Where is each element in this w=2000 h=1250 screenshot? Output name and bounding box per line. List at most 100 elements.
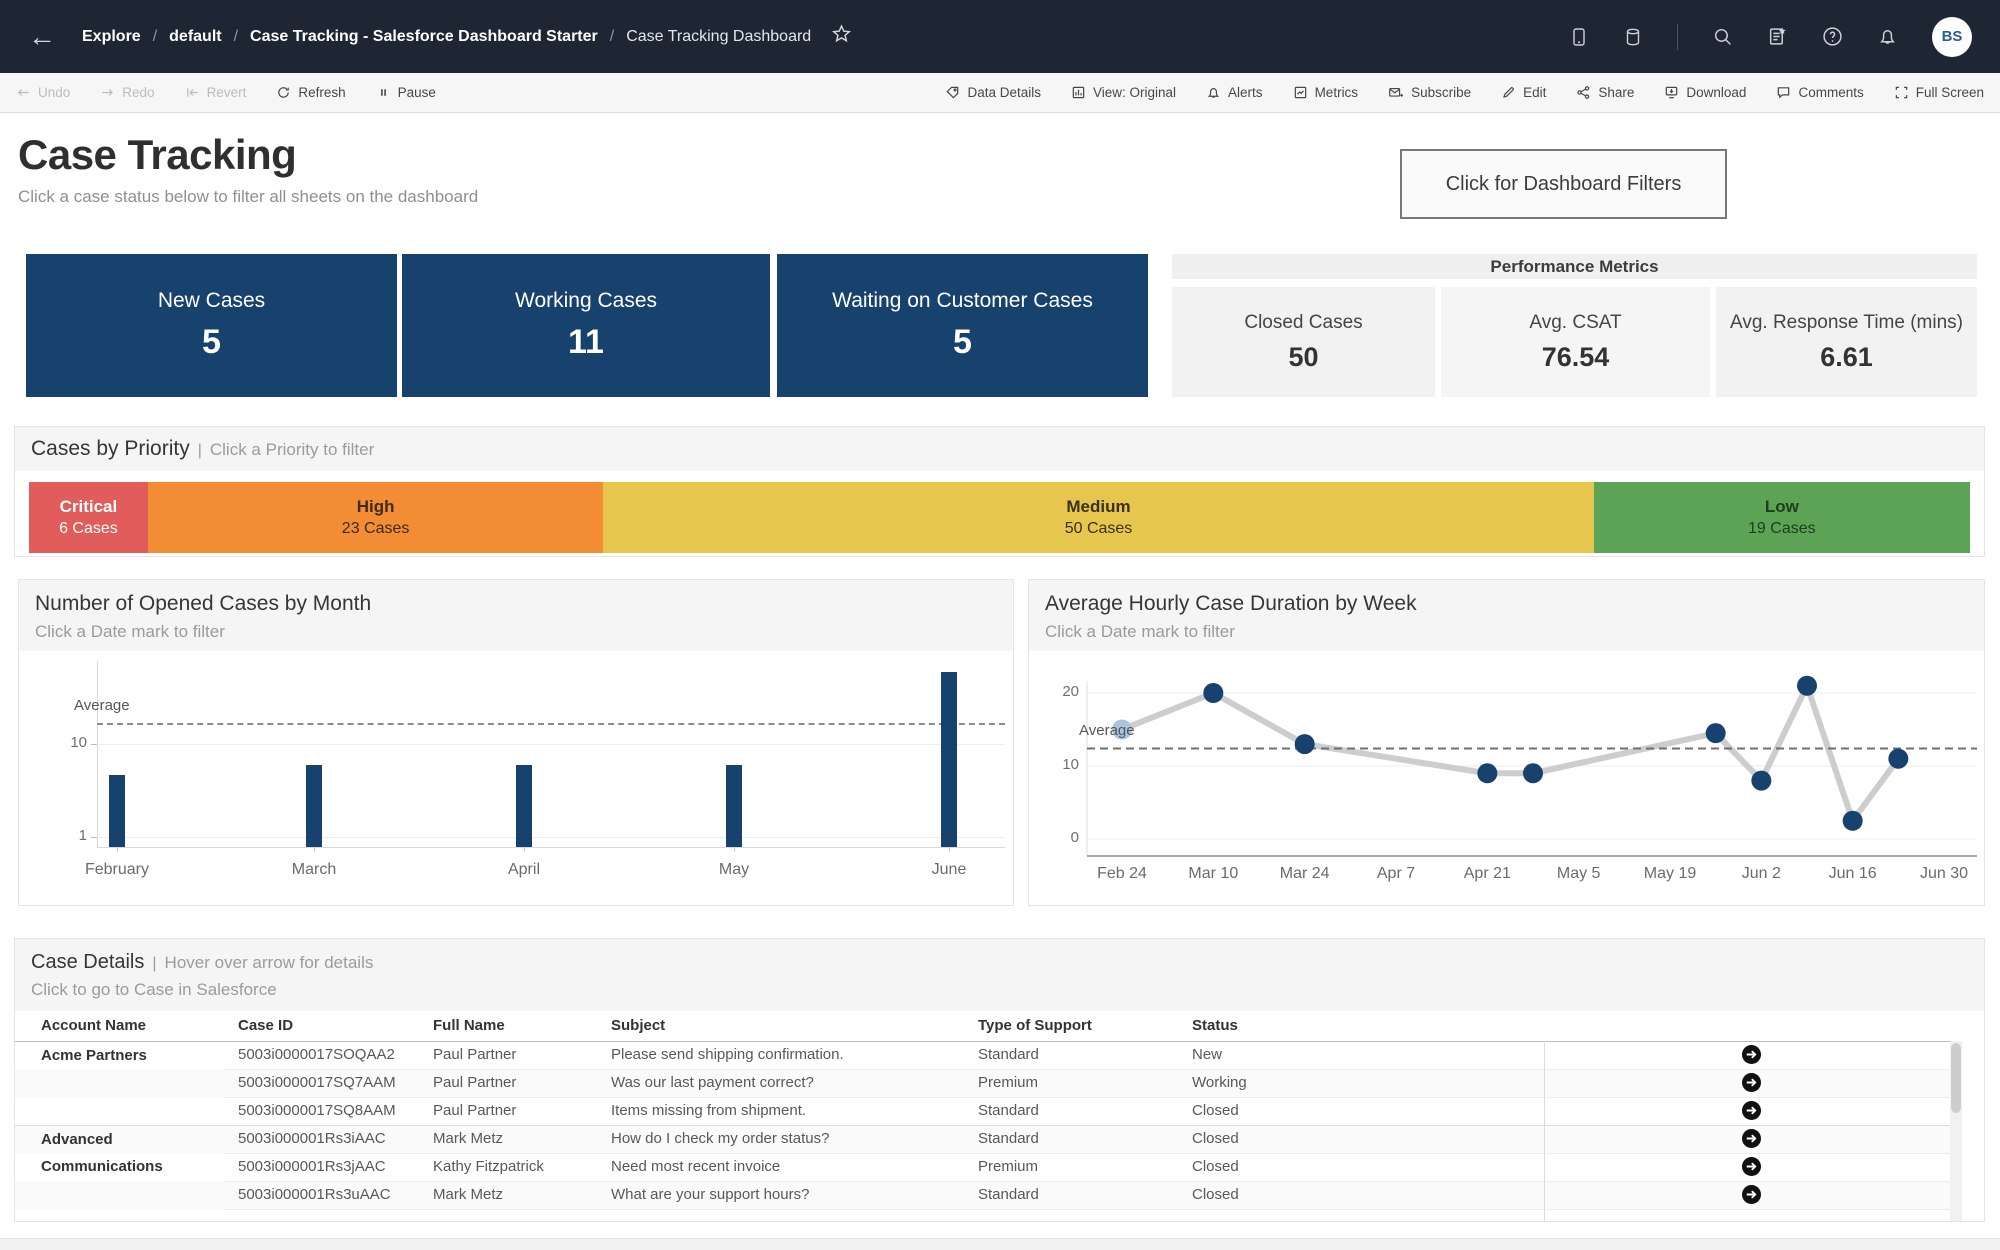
redo-button[interactable]: Redo [100, 85, 155, 100]
x-tick-mark [734, 847, 735, 852]
priority-segment-low[interactable]: Low 19 Cases [1593, 482, 1970, 553]
refresh-button[interactable]: Refresh [276, 85, 346, 100]
go-to-case-arrow[interactable] [1742, 1157, 1761, 1176]
data-point-mar-24[interactable] [1294, 734, 1315, 755]
subject-cell: Was our last payment correct? [611, 1074, 814, 1091]
breadcrumb-workbook[interactable]: Case Tracking - Salesforce Dashboard Sta… [250, 28, 598, 46]
table-scrollbar-thumb[interactable] [1951, 1043, 1961, 1113]
notifications-bell-icon[interactable] [1877, 26, 1898, 47]
breadcrumb-explore[interactable]: Explore [82, 28, 141, 46]
case-id-cell: 5003i000001Rs3uAAC [238, 1186, 391, 1203]
x-tick-label: June [931, 861, 967, 878]
view-toolbar: Undo Redo Revert Refresh Pause Data Deta… [0, 73, 2000, 113]
page-title: Case Tracking [18, 131, 297, 178]
priority-segment-medium[interactable]: Medium 50 Cases [603, 482, 1594, 553]
priority-segment-count: 23 Cases [341, 520, 410, 537]
support-type-cell: Standard [978, 1130, 1039, 1147]
data-point-may-26[interactable] [1705, 723, 1726, 744]
x-tick-label: February [84, 861, 150, 878]
x-tick-mark [524, 847, 525, 852]
data-point-jun-9[interactable] [1797, 675, 1818, 696]
data-point-mar-10[interactable] [1203, 683, 1224, 703]
priority-segment-critical[interactable]: Critical 6 Cases [29, 482, 148, 553]
share-button[interactable]: Share [1576, 85, 1634, 100]
kpi-new-cases[interactable]: New Cases 5 [26, 254, 397, 397]
data-point-jun-16[interactable] [1842, 810, 1863, 831]
table-row[interactable]: 5003i0000017SQ8AAM Paul Partner Items miss… [15, 1097, 1958, 1125]
performance-metrics-title: Performance Metrics [1172, 254, 1977, 279]
comments-button[interactable]: Comments [1776, 85, 1864, 100]
subscribe-envelope-icon [1389, 87, 1404, 97]
gridline [97, 836, 1005, 838]
revert-icon [186, 88, 198, 97]
horizontal-scrollbar[interactable] [0, 1238, 2000, 1250]
search-icon[interactable] [1712, 26, 1733, 47]
data-details-button[interactable]: Data Details [945, 85, 1041, 100]
column-header-subject: Subject [611, 1017, 666, 1034]
subject-cell: Need most recent invoice [611, 1158, 781, 1175]
alerts-button[interactable]: Alerts [1206, 85, 1263, 100]
favorite-star-icon[interactable] [831, 23, 852, 50]
x-tick-label: Mar 24 [1279, 865, 1330, 882]
status-cell: Working [1192, 1074, 1247, 1091]
gridline [97, 744, 1005, 745]
data-point-jun-2[interactable] [1751, 770, 1772, 791]
priority-segment-high[interactable]: High 23 Cases [147, 482, 604, 553]
user-avatar[interactable]: BS [1932, 16, 1972, 57]
kpi-label: Waiting on Customer Cases [832, 289, 1093, 312]
data-point-apr-21[interactable] [1477, 763, 1498, 784]
go-to-case-arrow[interactable] [1742, 1073, 1761, 1092]
download-button[interactable]: Download [1664, 85, 1746, 100]
line-chart-title: Average Hourly Case Duration by Week [1045, 592, 1417, 615]
pause-button[interactable]: Pause [376, 85, 436, 100]
dashboard-filters-button[interactable]: Click for Dashboard Filters [1400, 149, 1727, 219]
bar-april[interactable] [516, 764, 532, 847]
go-to-case-arrow[interactable] [1742, 1101, 1761, 1120]
undo-button[interactable]: Undo [16, 85, 70, 100]
table-row[interactable]: Advanced Communications 5003i000001Rs3iAA… [15, 1125, 1958, 1175]
bar-may[interactable] [726, 764, 742, 847]
data-point-jun-23[interactable] [1888, 748, 1909, 769]
table-scrollbar[interactable] [1950, 1041, 1962, 1221]
y-tick-label: 20 [1062, 683, 1079, 700]
subscribe-button[interactable]: Subscribe [1388, 85, 1471, 100]
table-row[interactable]: 5003i0000017SQ7AAM Paul Partner Was our la… [15, 1069, 1958, 1097]
kpi-label: New Cases [157, 289, 266, 312]
bar-march[interactable] [306, 764, 322, 847]
average-line [97, 723, 1005, 726]
go-to-case-arrow[interactable] [1742, 1045, 1761, 1064]
bar-february[interactable] [109, 774, 125, 847]
view-original-button[interactable]: View: Original [1071, 85, 1176, 100]
table-row[interactable]: 5003i000001Rs3uAAC Mark Metz What are your… [15, 1181, 1958, 1209]
breadcrumb-separator: / [609, 27, 615, 45]
edit-button[interactable]: Edit [1501, 85, 1546, 100]
undo-icon [17, 89, 29, 96]
table-row[interactable]: Acme Partners 5003i0000017SOQAA2 Paul Part… [15, 1041, 1958, 1069]
priority-segment-count: 19 Cases [1748, 520, 1816, 537]
go-to-case-arrow[interactable] [1742, 1129, 1761, 1148]
kpi-waiting-cases[interactable]: Waiting on Customer Cases 5 [777, 254, 1148, 397]
breadcrumb-project[interactable]: default [169, 28, 221, 46]
full-screen-button[interactable]: Full Screen [1894, 85, 1984, 100]
x-tick-label: March [291, 861, 337, 878]
kpi-working-cases[interactable]: Working Cases 11 [402, 254, 770, 397]
table-row[interactable]: 5003i000001Rs3jAAC Kathy Fitzpatrick Need … [15, 1153, 1958, 1181]
help-icon[interactable] [1822, 26, 1843, 47]
bar-june[interactable] [941, 671, 957, 847]
back-icon[interactable]: ← [28, 22, 56, 51]
view-bars-icon [1072, 86, 1085, 99]
data-source-icon[interactable] [1623, 27, 1643, 47]
x-axis-line [97, 847, 1005, 848]
data-point-apr-28[interactable] [1523, 763, 1544, 784]
full-name-cell: Paul Partner [433, 1074, 517, 1091]
full-name-cell: Kathy Fitzpatrick [433, 1158, 544, 1175]
kpi-value: 5 [953, 323, 972, 361]
favorites-list-icon[interactable] [1767, 26, 1788, 47]
device-preview-icon[interactable] [1569, 27, 1589, 47]
y-tick-label: 0 [1070, 829, 1079, 846]
go-to-case-arrow[interactable] [1742, 1185, 1761, 1204]
revert-button[interactable]: Revert [185, 85, 246, 100]
subject-cell: Please send shipping confirmation. [611, 1046, 844, 1063]
pause-icon [380, 89, 386, 96]
metrics-button[interactable]: Metrics [1293, 85, 1358, 100]
